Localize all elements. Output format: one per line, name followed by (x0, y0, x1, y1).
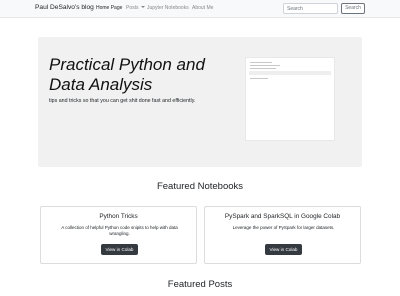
nav-posts-label: Posts (126, 5, 139, 11)
nav-posts-dropdown[interactable]: Posts (126, 5, 145, 11)
featured-notebooks-heading: Featured Notebooks (156, 181, 244, 192)
code-output-bar (249, 71, 331, 75)
hero-subtitle: tips and tricks so that you can get shit… (49, 98, 196, 104)
code-line (250, 78, 268, 79)
notebook-card-pyspark: PySpark and SparkSQL in Google Colab Lev… (204, 206, 361, 264)
featured-posts-heading: Featured Posts (167, 279, 233, 290)
view-in-colab-button[interactable]: View in Colab (101, 244, 138, 255)
code-line (250, 65, 280, 66)
chevron-down-icon (140, 6, 145, 8)
code-line (250, 62, 272, 63)
view-in-colab-button[interactable]: View in Colab (265, 244, 302, 255)
brand-link[interactable]: Paul DeSalvo's blog (35, 4, 94, 11)
nav-home-page[interactable]: Home Page (96, 5, 122, 11)
search-input[interactable] (283, 3, 338, 14)
code-line (250, 68, 276, 69)
search-button[interactable]: Search (341, 3, 365, 14)
card-title: PySpark and SparkSQL in Google Colab (224, 213, 341, 220)
nav-jupyter-notebooks[interactable]: Jupyter Notebooks (147, 5, 189, 11)
navbar: Paul DeSalvo's blog Home Page Posts Jupy… (0, 0, 400, 18)
notebook-card-python-tricks: Python Tricks A collection of helpful Py… (40, 206, 197, 264)
hero-code-screenshot (245, 57, 335, 141)
card-text: Leverage the power of PySpark for larger… (232, 225, 335, 230)
card-text: A collection of helpful Python code snip… (61, 225, 178, 236)
nav-about-me[interactable]: About Me (192, 5, 213, 11)
hero-jumbotron: Practical Python and Data Analysis tips … (38, 37, 362, 167)
hero-title: Practical Python and Data Analysis (49, 55, 205, 94)
card-title: Python Tricks (99, 213, 138, 220)
